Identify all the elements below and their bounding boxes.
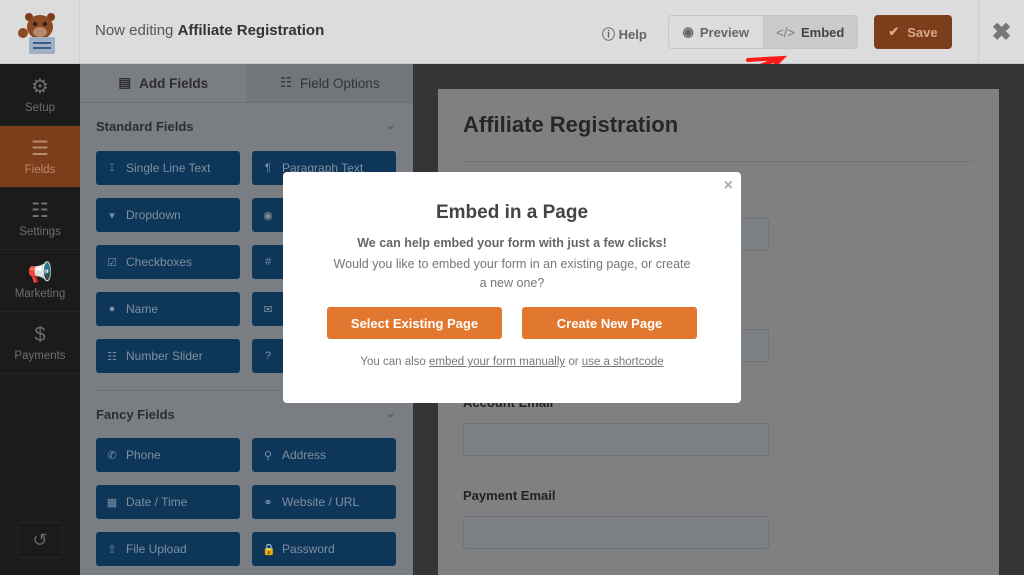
- field-button-label: Password: [282, 542, 335, 556]
- field-type-icon: 🔒: [262, 543, 276, 556]
- top-bar: Now editing Affiliate Registration ⓘ Hel…: [0, 0, 1024, 64]
- field-button-label: Single Line Text: [126, 161, 211, 175]
- modal-title: Embed in a Page: [435, 202, 589, 223]
- field-type-icon: ●: [108, 303, 116, 315]
- sliders-icon: ☷: [31, 199, 49, 222]
- standard-fields-header[interactable]: Standard Fields ⌄: [96, 117, 396, 134]
- embed-manually-link[interactable]: embed your form manually: [429, 356, 565, 368]
- field-type-icon: #: [264, 256, 272, 268]
- field-type-icon: ✆: [107, 449, 117, 462]
- field-button[interactable]: ⚲ Address: [252, 438, 396, 472]
- gear-icon: ⚙: [31, 75, 49, 98]
- field-type-icon: ☑: [107, 256, 117, 269]
- dollar-icon: $: [34, 323, 46, 346]
- field-button[interactable]: 🔒 Password: [252, 532, 396, 566]
- field-type-icon: ⚲: [263, 449, 273, 462]
- wpforms-logo: [0, 0, 80, 64]
- field-button-label: Number Slider: [126, 349, 203, 363]
- field-type-icon: ✉: [263, 303, 273, 316]
- field-button[interactable]: 𝙸 Single Line Text: [96, 151, 240, 185]
- field-type-icon: ¶: [265, 162, 271, 174]
- field-button-label: Website / URL: [282, 495, 360, 509]
- embed-button[interactable]: </> Embed: [762, 16, 857, 48]
- tab-add-fields[interactable]: ▤ Add Fields: [80, 64, 247, 102]
- fancy-fields-header[interactable]: Fancy Fields ⌄: [96, 405, 396, 422]
- sidebar-item-marketing[interactable]: 📢 Marketing: [0, 250, 80, 312]
- field-button-label: Phone: [126, 448, 161, 462]
- create-new-page-button[interactable]: Create New Page: [522, 307, 697, 339]
- embed-modal: × Embed in a Page We can help embed your…: [283, 172, 741, 403]
- field-button[interactable]: ☷ Number Slider: [96, 339, 240, 373]
- payment-email-input[interactable]: [463, 516, 769, 549]
- divider: [463, 161, 973, 162]
- field-button[interactable]: ⇪ File Upload: [96, 532, 240, 566]
- field-button-label: Dropdown: [126, 208, 181, 222]
- help-icon: ⓘ: [602, 27, 616, 42]
- sidebar-item-settings[interactable]: ☷ Settings: [0, 188, 80, 250]
- tab-field-options[interactable]: ☷ Field Options: [246, 64, 413, 102]
- select-existing-page-button[interactable]: Select Existing Page: [327, 307, 502, 339]
- megaphone-icon: 📢: [27, 261, 53, 284]
- field-type-icon: ☷: [107, 350, 117, 363]
- modal-text: Would you like to embed your form in an …: [333, 257, 691, 290]
- field-type-icon: ?: [264, 350, 272, 362]
- account-email-input[interactable]: [463, 423, 769, 456]
- field-button[interactable]: ⚭ Website / URL: [252, 485, 396, 519]
- page-title: Now editing Affiliate Registration: [95, 22, 325, 39]
- field-button[interactable]: ▾ Dropdown: [96, 198, 240, 232]
- save-button[interactable]: ✔ Save: [874, 15, 952, 49]
- code-icon: </>: [776, 24, 795, 40]
- sidebar-item-payments[interactable]: $ Payments: [0, 312, 80, 374]
- field-button-label: Name: [126, 302, 159, 316]
- modal-lead: We can help embed your form with just a …: [357, 236, 667, 250]
- preview-button[interactable]: ◉ Preview: [669, 16, 763, 48]
- sidebar-item-fields[interactable]: ☰ Fields: [0, 126, 80, 188]
- help-button[interactable]: ⓘ Help: [602, 24, 647, 43]
- field-button[interactable]: ✆ Phone: [96, 438, 240, 472]
- close-icon[interactable]: ✖: [978, 0, 1024, 64]
- close-icon[interactable]: ×: [724, 177, 733, 195]
- eye-icon: ◉: [682, 24, 694, 39]
- field-button-label: File Upload: [126, 542, 187, 556]
- field-button[interactable]: ☑ Checkboxes: [96, 245, 240, 279]
- field-type-icon: ⚭: [263, 496, 273, 509]
- field-button-label: Date / Time: [126, 495, 188, 509]
- field-button-label: Checkboxes: [126, 255, 193, 269]
- form-title: Affiliate Registration: [463, 112, 679, 137]
- sidebar-item-setup[interactable]: ⚙ Setup: [0, 64, 80, 126]
- field-button-label: Address: [282, 448, 327, 462]
- list-icon: ☰: [31, 137, 49, 160]
- sidebar: ⚙ Setup ☰ Fields ☷ Settings 📢 Marketing $ Pay…: [0, 64, 80, 575]
- shortcode-link[interactable]: use a shortcode: [582, 356, 664, 368]
- sliders-icon: ☷: [279, 75, 293, 90]
- history-icon: ↺: [32, 529, 48, 550]
- field-button[interactable]: ▦ Date / Time: [96, 485, 240, 519]
- field-type-icon: 𝙸: [108, 161, 116, 174]
- field-type-icon: ⇪: [107, 543, 117, 556]
- field-type-icon: ▦: [106, 496, 118, 509]
- chevron-down-icon: ⌄: [385, 405, 396, 420]
- field-button[interactable]: ● Name: [96, 292, 240, 326]
- check-icon: ✔: [888, 24, 900, 39]
- list-icon: ▤: [118, 75, 132, 90]
- modal-footer: You can also embed your form manually or…: [360, 356, 664, 368]
- field-type-icon: ▾: [109, 209, 115, 222]
- payment-email-label: Payment Email: [463, 488, 556, 503]
- chevron-down-icon: ⌄: [385, 117, 396, 132]
- field-type-icon: ◉: [263, 209, 273, 222]
- revisions-button[interactable]: ↺: [17, 522, 63, 558]
